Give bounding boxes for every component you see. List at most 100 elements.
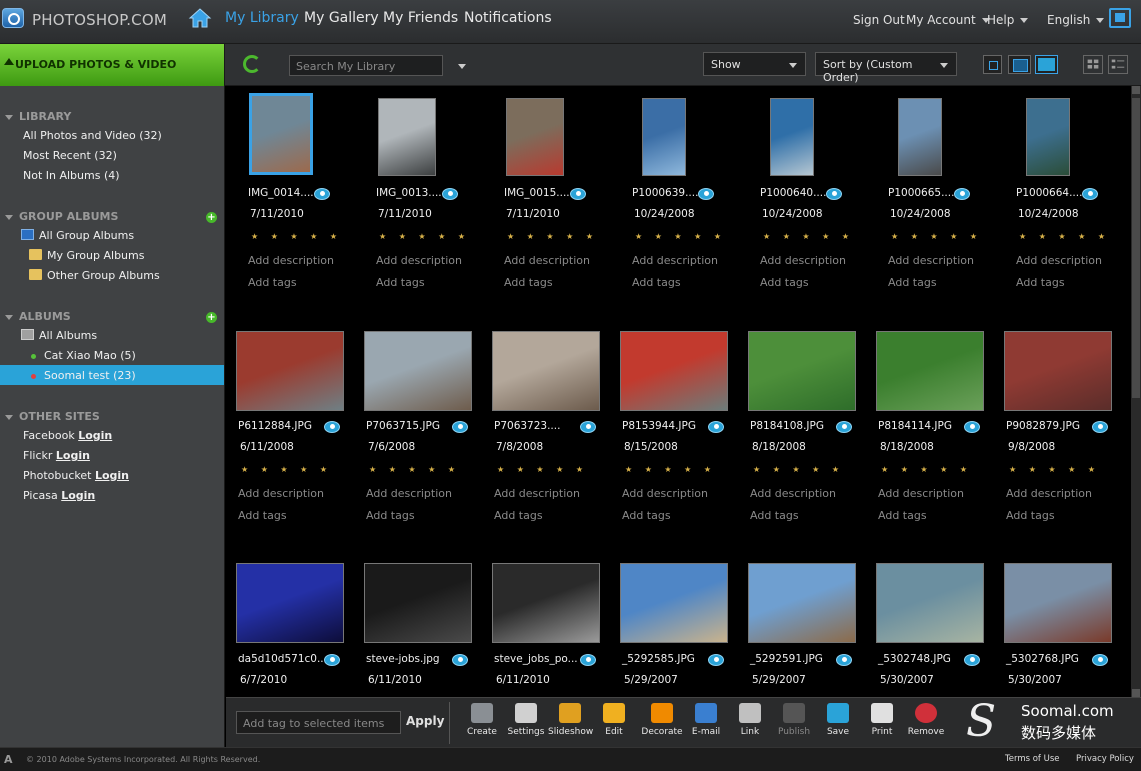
photobucket-login-link[interactable]: Login [95,469,129,482]
sign-out-link[interactable]: Sign Out [853,13,905,27]
photo-thumbnail[interactable] [364,563,472,643]
grid-view-icon[interactable] [1083,55,1103,74]
publish-button[interactable]: Publish [772,703,816,737]
comment-bubble-icon[interactable] [826,188,842,200]
fullscreen-icon[interactable] [1109,8,1131,28]
photo-thumbnail[interactable] [876,331,984,411]
add-description-link[interactable]: Add description [632,254,718,267]
albums-heading[interactable]: ALBUMS [5,310,71,323]
sidebar-item-cat-xiao-mao[interactable]: Cat Xiao Mao (5) [31,349,136,362]
add-tags-link[interactable]: Add tags [750,509,799,522]
rating-stars[interactable]: ★ ★ ★ ★ ★ [251,232,342,241]
rating-stars[interactable]: ★ ★ ★ ★ ★ [1019,232,1110,241]
comment-bubble-icon[interactable] [708,421,724,433]
thumb-size-small-button[interactable] [983,55,1002,74]
add-description-link[interactable]: Add description [1006,487,1092,500]
slideshow-button[interactable]: Slideshow [548,703,593,737]
search-input[interactable]: Search My Library [289,55,443,76]
rating-stars[interactable]: ★ ★ ★ ★ ★ [369,465,460,474]
nav-my-library[interactable]: My Library [225,10,299,26]
add-group-album-icon[interactable]: + [206,212,217,223]
rating-stars[interactable]: ★ ★ ★ ★ ★ [379,232,470,241]
add-tags-link[interactable]: Add tags [878,509,927,522]
sidebar-item-my-group-albums[interactable]: My Group Albums [29,249,144,262]
add-tags-link[interactable]: Add tags [366,509,415,522]
add-tags-link[interactable]: Add tags [622,509,671,522]
photo-thumbnail[interactable] [236,331,344,411]
comment-bubble-icon[interactable] [324,421,340,433]
terms-of-use-link[interactable]: Terms of Use [1005,754,1060,764]
email-button[interactable]: E-mail [684,703,728,737]
add-description-link[interactable]: Add description [888,254,974,267]
print-button[interactable]: Print [860,703,904,737]
scroll-thumb[interactable] [1132,98,1140,398]
comment-bubble-icon[interactable] [964,421,980,433]
comment-bubble-icon[interactable] [954,188,970,200]
add-tags-link[interactable]: Add tags [248,276,297,289]
add-tags-link[interactable]: Add tags [760,276,809,289]
add-tags-link[interactable]: Add tags [888,276,937,289]
comment-bubble-icon[interactable] [324,654,340,666]
add-description-link[interactable]: Add description [622,487,708,500]
upload-photos-button[interactable]: UPLOAD PHOTOS & VIDEO [0,44,225,86]
privacy-policy-link[interactable]: Privacy Policy [1076,754,1134,764]
nav-my-gallery[interactable]: My Gallery [304,10,379,26]
photo-thumbnail[interactable] [249,93,313,175]
add-tags-link[interactable]: Add tags [494,509,543,522]
scroll-up-arrow[interactable] [1132,86,1140,94]
photo-thumbnail[interactable] [1004,331,1112,411]
sidebar-item-all-group-albums[interactable]: All Group Albums [21,229,134,242]
comment-bubble-icon[interactable] [708,654,724,666]
rating-stars[interactable]: ★ ★ ★ ★ ★ [241,465,332,474]
save-button[interactable]: Save [816,703,860,737]
comment-bubble-icon[interactable] [452,654,468,666]
rating-stars[interactable]: ★ ★ ★ ★ ★ [635,232,726,241]
add-tags-link[interactable]: Add tags [376,276,425,289]
comment-bubble-icon[interactable] [836,654,852,666]
photo-thumbnail[interactable] [378,98,436,176]
photo-thumbnail[interactable] [1004,563,1112,643]
show-dropdown[interactable]: Show [703,52,806,76]
add-tags-link[interactable]: Add tags [1016,276,1065,289]
sidebar-item-most-recent[interactable]: Most Recent (32) [23,149,117,162]
add-description-link[interactable]: Add description [248,254,334,267]
photo-thumbnail[interactable] [898,98,942,176]
list-view-icon[interactable] [1108,55,1128,74]
comment-bubble-icon[interactable] [836,421,852,433]
comment-bubble-icon[interactable] [580,421,596,433]
add-description-link[interactable]: Add description [376,254,462,267]
add-description-link[interactable]: Add description [760,254,846,267]
add-album-icon[interactable]: + [206,312,217,323]
comment-bubble-icon[interactable] [1092,654,1108,666]
rating-stars[interactable]: ★ ★ ★ ★ ★ [625,465,716,474]
flickr-login-link[interactable]: Login [56,449,90,462]
comment-bubble-icon[interactable] [698,188,714,200]
add-description-link[interactable]: Add description [238,487,324,500]
add-description-link[interactable]: Add description [750,487,836,500]
add-description-link[interactable]: Add description [1016,254,1102,267]
comment-bubble-icon[interactable] [442,188,458,200]
nav-my-friends[interactable]: My Friends [383,10,458,26]
remove-button[interactable]: Remove [904,703,948,737]
library-heading[interactable]: LIBRARY [5,110,71,123]
my-account-menu[interactable]: My Account [906,13,990,27]
add-description-link[interactable]: Add description [366,487,452,500]
photo-thumbnail[interactable] [236,563,344,643]
rating-stars[interactable]: ★ ★ ★ ★ ★ [891,232,982,241]
link-button[interactable]: Link [728,703,772,737]
rating-stars[interactable]: ★ ★ ★ ★ ★ [753,465,844,474]
comment-bubble-icon[interactable] [964,654,980,666]
settings-button[interactable]: Settings [504,703,548,737]
photo-thumbnail[interactable] [748,563,856,643]
add-tags-link[interactable]: Add tags [632,276,681,289]
add-description-link[interactable]: Add description [494,487,580,500]
photo-thumbnail[interactable] [506,98,564,176]
tag-input[interactable]: Add tag to selected items [236,711,401,734]
add-tags-link[interactable]: Add tags [504,276,553,289]
soomal-test-row[interactable]: Soomal test (23) [31,369,136,382]
search-options-chevron-icon[interactable] [458,64,466,69]
add-tags-link[interactable]: Add tags [238,509,287,522]
photo-thumbnail[interactable] [364,331,472,411]
photo-thumbnail[interactable] [770,98,814,176]
edit-button[interactable]: Edit [592,703,636,737]
